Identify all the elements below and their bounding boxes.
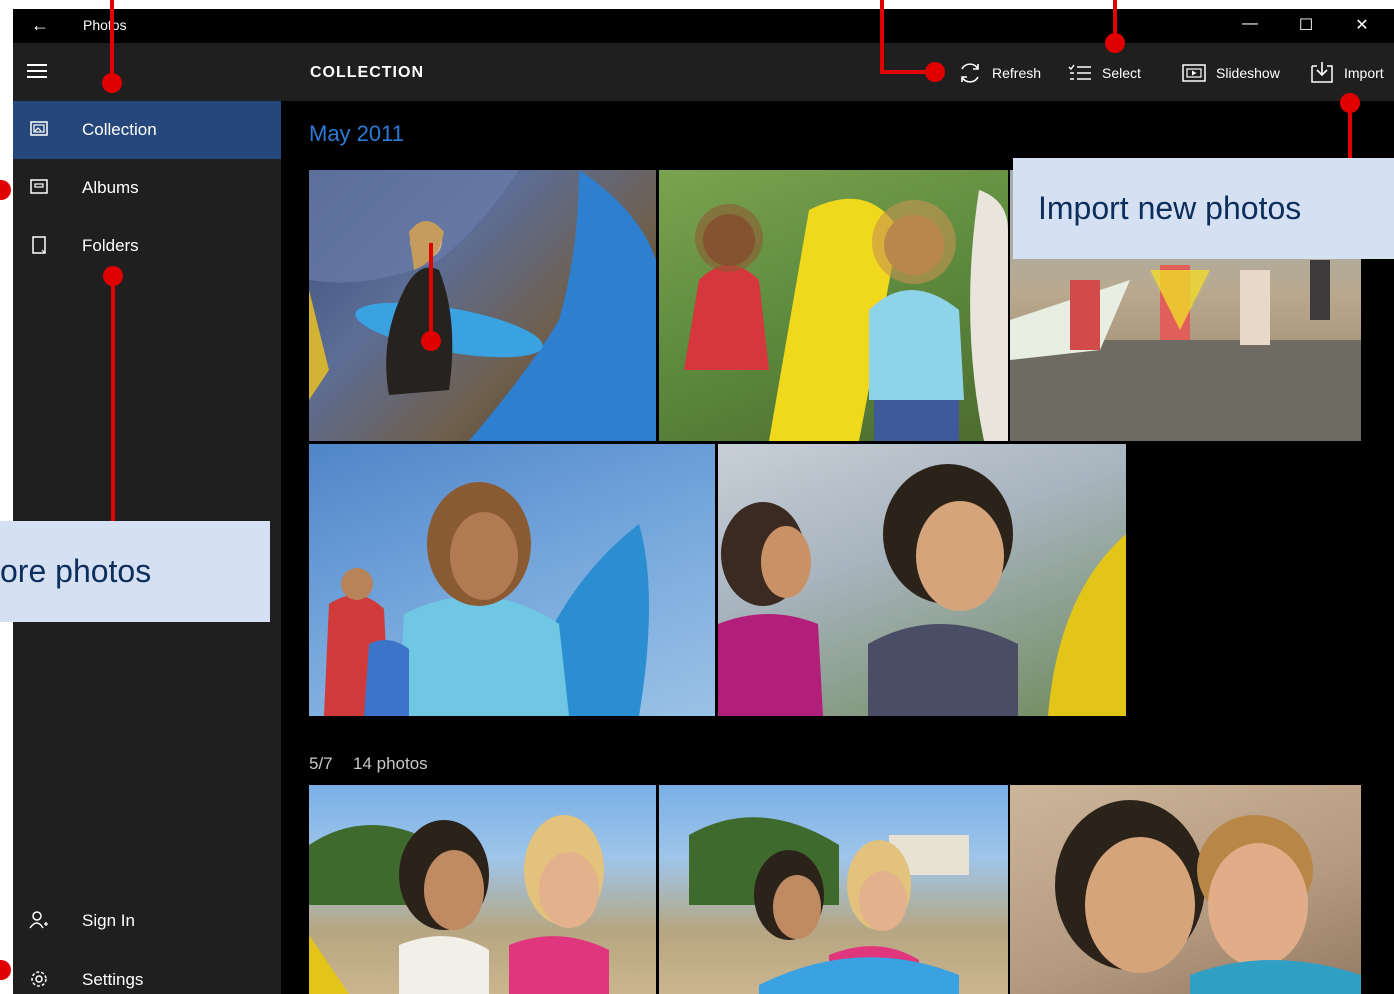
import-icon <box>1311 62 1333 83</box>
minimize-button[interactable]: — <box>1235 15 1265 33</box>
refresh-button-label: Refresh <box>992 65 1042 81</box>
photo-image <box>324 482 649 716</box>
title-bar: ← Photos — ☐ ✕ <box>13 9 1394 43</box>
collection-icon <box>30 121 48 136</box>
sidebar: Collection Albums Folders Sign In Settin… <box>13 43 281 994</box>
gear-icon <box>31 971 47 987</box>
photo-image <box>309 815 609 994</box>
photo-thumbnail[interactable] <box>309 785 656 994</box>
photo-thumbnail[interactable] <box>718 444 1126 716</box>
photo-thumbnail[interactable] <box>309 444 715 716</box>
sidebar-item-folders[interactable]: Folders <box>13 217 281 275</box>
select-button[interactable]: Select <box>1067 60 1141 86</box>
annotation-line <box>110 0 114 83</box>
refresh-icon <box>961 63 979 83</box>
select-button-label: Select <box>1102 65 1141 81</box>
photo-image <box>689 817 969 994</box>
sidebar-item-label: Sign In <box>82 911 135 930</box>
slideshow-icon <box>1182 64 1206 82</box>
back-button[interactable]: ← <box>31 15 49 36</box>
subgroup-date: 5/7 <box>309 754 333 773</box>
annotation-line <box>429 243 433 341</box>
sidebar-item-label: Folders <box>82 236 139 255</box>
screenshot-stage: ← Photos — ☐ ✕ Collection Albums Folders <box>0 0 1394 994</box>
sidebar-item-albums[interactable]: Albums <box>13 159 281 217</box>
person-icon <box>29 911 48 929</box>
photo-image <box>684 190 1008 441</box>
photo-image <box>1055 800 1361 994</box>
annotation-dot <box>925 62 945 82</box>
annotation-line <box>111 276 115 522</box>
sidebar-item-settings[interactable]: Settings <box>13 951 281 994</box>
photo-image <box>309 170 656 441</box>
annotation-dot <box>0 960 11 980</box>
slideshow-button-label: Slideshow <box>1216 65 1280 81</box>
callout-import-new-photos: Import new photos <box>1013 158 1394 259</box>
maximize-button[interactable]: ☐ <box>1291 15 1321 35</box>
slideshow-button[interactable]: Slideshow <box>1181 60 1280 86</box>
import-button-label: Import <box>1344 65 1384 81</box>
annotation-line <box>1348 103 1352 159</box>
sidebar-item-sign-in[interactable]: Sign In <box>13 892 281 950</box>
album-icon <box>30 179 48 194</box>
sidebar-item-label: Albums <box>82 178 139 197</box>
photo-thumbnail[interactable] <box>659 785 1008 994</box>
select-icon <box>1068 64 1091 80</box>
annotation-dot <box>102 73 122 93</box>
annotation-line <box>880 0 884 74</box>
group-title: May 2011 <box>309 121 404 146</box>
import-button[interactable]: Import <box>1309 60 1384 86</box>
callout-text: Import new photos <box>1038 190 1302 226</box>
annotation-dot <box>1105 33 1125 53</box>
sidebar-item-collection[interactable]: Collection <box>13 101 281 159</box>
hamburger-menu-icon[interactable] <box>27 64 49 78</box>
photo-thumbnail[interactable] <box>659 170 1008 441</box>
page-title: COLLECTION <box>310 64 424 81</box>
refresh-button[interactable]: Refresh <box>957 60 1041 86</box>
photo-thumbnail[interactable] <box>1010 785 1361 994</box>
command-bar: COLLECTION Refresh Select Slideshow Impo… <box>281 43 1394 101</box>
subgroup-count: 14 photos <box>353 754 428 773</box>
photo-thumbnail[interactable] <box>309 170 656 441</box>
sidebar-item-label: Settings <box>82 970 144 989</box>
callout-more-photos: ore photos <box>0 521 270 622</box>
callout-text: ore photos <box>0 553 152 589</box>
app-title: Photos <box>83 17 127 33</box>
photos-app-window: ← Photos — ☐ ✕ Collection Albums Folders <box>13 9 1394 994</box>
folder-icon <box>32 236 46 254</box>
sidebar-item-label: Collection <box>82 120 157 139</box>
close-button[interactable]: ✕ <box>1347 15 1377 35</box>
annotation-dot <box>0 180 11 200</box>
photo-image <box>718 464 1126 716</box>
